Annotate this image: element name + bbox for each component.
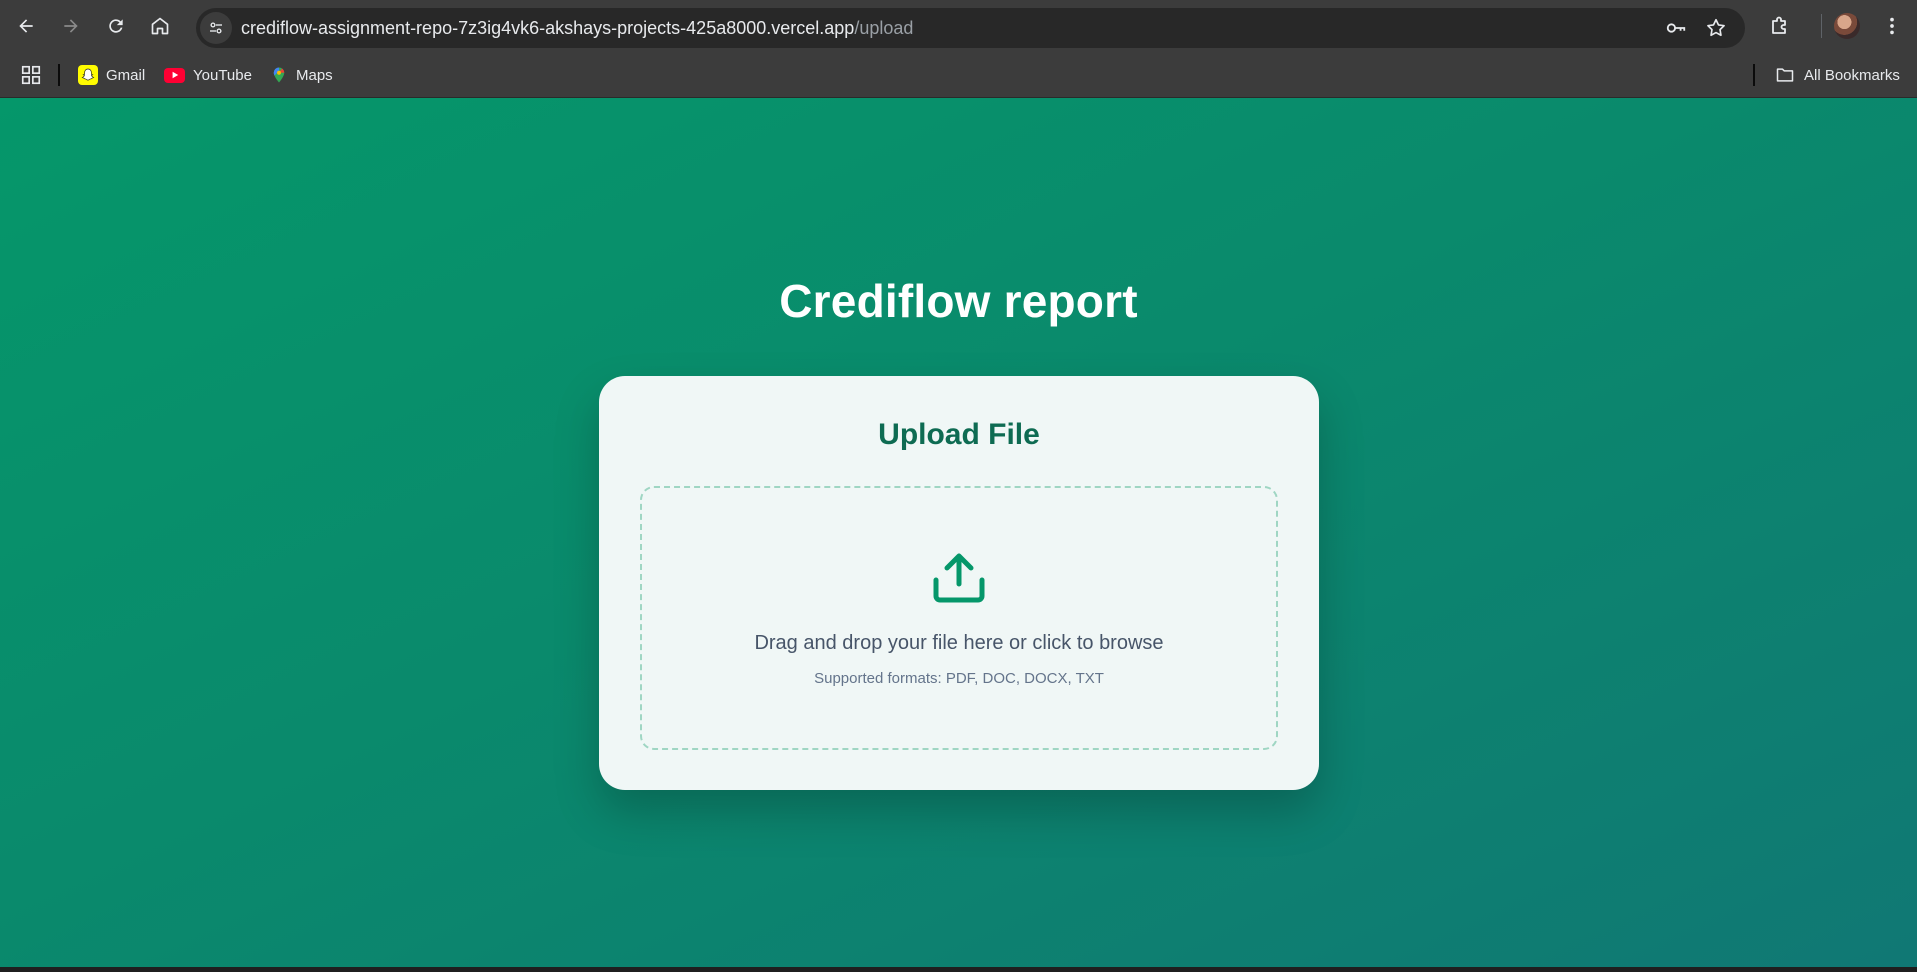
page-background: Crediflow report Upload File Drag and dr… bbox=[0, 98, 1917, 967]
extensions-button[interactable] bbox=[1765, 11, 1795, 41]
arrow-right-icon bbox=[64, 19, 78, 33]
bookmark-label: Gmail bbox=[106, 66, 146, 84]
url-path: /upload bbox=[854, 18, 914, 38]
all-bookmarks-label: All Bookmarks bbox=[1804, 66, 1900, 84]
puzzle-icon bbox=[1772, 16, 1786, 34]
upload-card: Upload File Drag and drop your file here… bbox=[599, 376, 1319, 790]
folder-icon bbox=[1776, 68, 1794, 82]
password-key-button[interactable] bbox=[1664, 16, 1688, 40]
bookmark-label: YouTube bbox=[193, 66, 252, 84]
back-button[interactable] bbox=[10, 10, 42, 42]
home-icon bbox=[151, 17, 169, 35]
upload-icon bbox=[933, 553, 985, 603]
file-dropzone[interactable]: Drag and drop your file here or click to… bbox=[640, 486, 1278, 750]
bookmark-label: Maps bbox=[296, 66, 333, 84]
address-bar[interactable]: crediflow-assignment-repo-7z3ig4vk6-aksh… bbox=[196, 8, 1745, 48]
url-text[interactable]: crediflow-assignment-repo-7z3ig4vk6-aksh… bbox=[241, 18, 913, 38]
supported-formats-text: Supported formats: PDF, DOC, DOCX, TXT bbox=[814, 670, 1104, 687]
site-info-button[interactable] bbox=[200, 12, 232, 44]
bookmark-maps[interactable]: Maps bbox=[270, 62, 333, 88]
star-icon bbox=[1707, 18, 1725, 37]
bookmarks-separator bbox=[58, 64, 60, 86]
key-icon bbox=[1666, 23, 1686, 33]
url-host: crediflow-assignment-repo-7z3ig4vk6-aksh… bbox=[241, 18, 855, 38]
window-bottom-edge bbox=[0, 967, 1917, 972]
youtube-icon bbox=[164, 67, 185, 83]
more-vertical-icon bbox=[1890, 17, 1894, 35]
profile-button[interactable] bbox=[1832, 11, 1862, 41]
bookmark-gmail[interactable]: Gmail bbox=[78, 62, 145, 88]
snapchat-icon bbox=[78, 65, 98, 85]
upload-card-title: Upload File bbox=[878, 418, 1040, 451]
forward-button[interactable] bbox=[55, 10, 87, 42]
home-button[interactable] bbox=[144, 10, 176, 42]
arrow-left-icon bbox=[19, 19, 33, 33]
toolbar-divider bbox=[1821, 14, 1822, 38]
reload-icon bbox=[109, 19, 123, 33]
tune-icon bbox=[210, 22, 222, 34]
maps-pin-icon bbox=[273, 67, 285, 83]
reload-button[interactable] bbox=[100, 10, 132, 42]
page-title: Crediflow report bbox=[779, 275, 1138, 327]
dropzone-instructions: Drag and drop your file here or click to… bbox=[754, 632, 1164, 654]
bookmarks-separator bbox=[1753, 64, 1755, 86]
bookmark-star-button[interactable] bbox=[1704, 16, 1728, 40]
browser-toolbar: crediflow-assignment-repo-7z3ig4vk6-aksh… bbox=[0, 0, 1917, 52]
avatar bbox=[1834, 13, 1860, 39]
bookmarks-bar: Gmail YouTube Maps All Bookmarks bbox=[0, 52, 1917, 98]
apps-button[interactable] bbox=[20, 62, 42, 88]
all-bookmarks-button[interactable]: All Bookmarks bbox=[1774, 62, 1900, 88]
menu-button[interactable] bbox=[1877, 11, 1907, 41]
bookmark-youtube[interactable]: YouTube bbox=[164, 62, 252, 88]
apps-grid-icon bbox=[21, 65, 41, 85]
